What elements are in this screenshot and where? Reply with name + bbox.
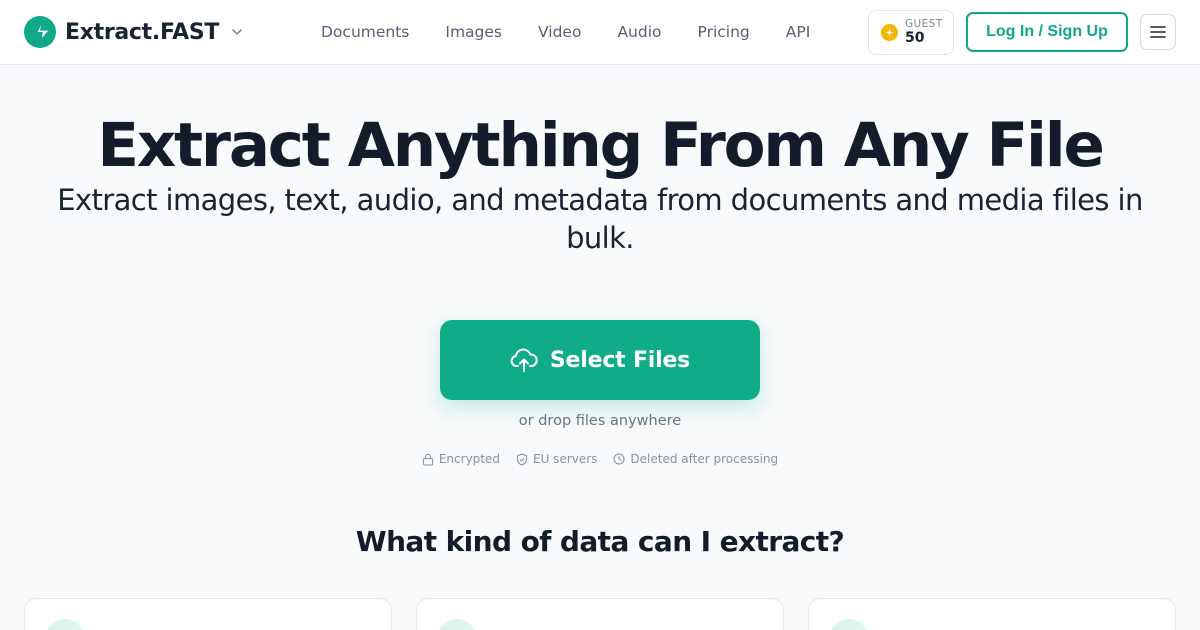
badge-eu-servers: EU servers [516,452,597,466]
hero-title: Extract Anything From Any File [97,110,1104,181]
lock-icon [422,453,433,466]
bolt-icon [24,16,56,48]
nav-api[interactable]: API [786,23,811,41]
site-header: Extract.FAST Documents Images Video Audi… [0,0,1200,65]
feature-card[interactable] [416,598,784,630]
credits-value: 50 [905,29,925,46]
badge-deleted: Deleted after processing [613,452,778,466]
card-icon [829,619,869,630]
badge-deleted-label: Deleted after processing [630,452,779,466]
select-files-label: Select Files [549,347,691,373]
cloud-upload-icon [510,348,538,372]
clock-icon [613,453,625,465]
feature-card[interactable] [24,598,392,630]
chevron-down-icon [231,26,243,38]
main-nav: Documents Images Video Audio Pricing API [303,0,828,64]
credits-label: GUEST [905,18,943,31]
badge-eu-servers-label: EU servers [533,452,598,466]
credits-text: GUEST 50 [905,18,943,46]
badge-encrypted-label: Encrypted [438,452,500,466]
hero-subtitle: Extract images, text, audio, and metadat… [57,183,1143,255]
card-icon [437,619,477,630]
feature-card[interactable] [808,598,1176,630]
hamburger-menu-button[interactable] [1140,14,1176,50]
section-title: What kind of data can I extract? [355,525,845,558]
nav-images[interactable]: Images [445,23,502,41]
coin-icon [881,24,898,41]
guest-credits[interactable]: GUEST 50 [868,10,954,55]
shield-icon [516,452,528,466]
nav-audio[interactable]: Audio [617,23,661,41]
card-icon [45,619,85,630]
brand-name: Extract.FAST [65,19,220,45]
nav-video[interactable]: Video [538,23,581,41]
select-files-button[interactable]: Select Files [440,320,760,400]
badge-encrypted: Encrypted [422,452,500,466]
brand-switcher[interactable]: Extract.FAST [24,15,243,49]
trust-badges: Encrypted EU servers Deleted after proce… [0,452,1200,466]
nav-pricing[interactable]: Pricing [698,23,750,41]
hamburger-menu-icon [1150,26,1166,38]
login-signup-button[interactable]: Log In / Sign Up [966,12,1128,52]
drop-hint: or drop files anywhere [518,413,682,429]
nav-documents[interactable]: Documents [321,23,409,41]
